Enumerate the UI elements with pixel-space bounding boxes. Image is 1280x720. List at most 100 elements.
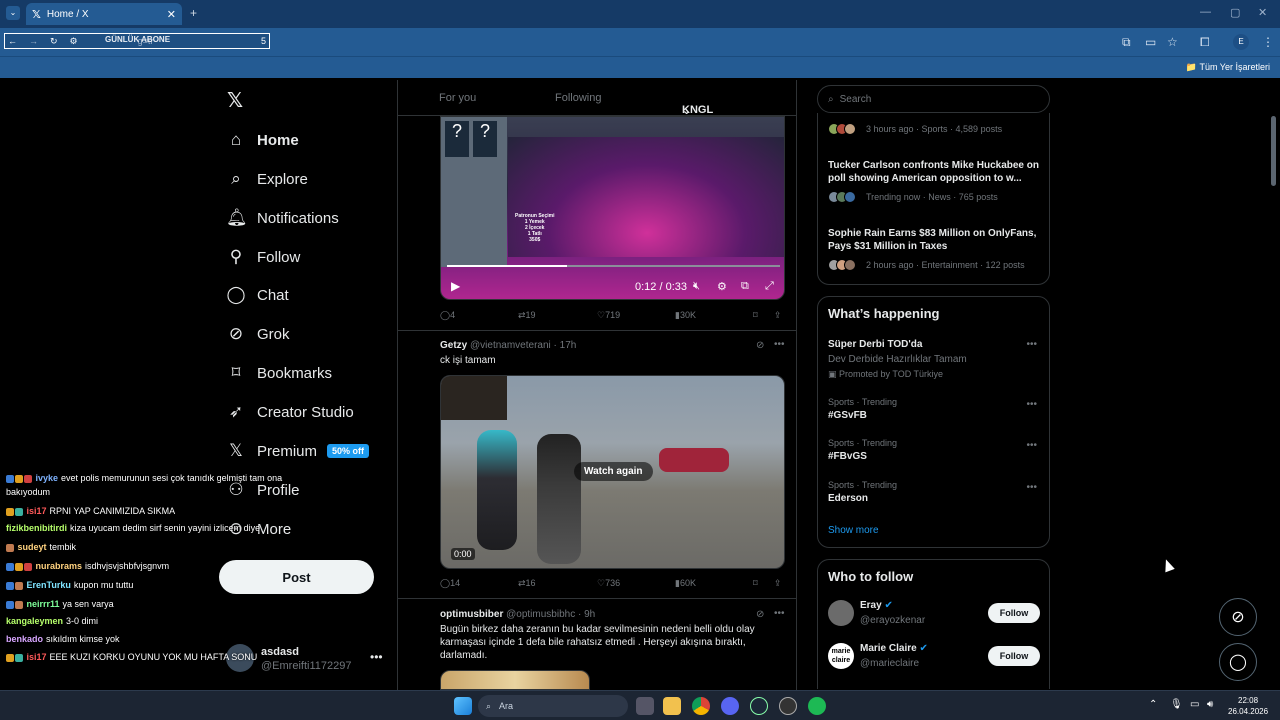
like-icon[interactable]: ♡ 736 [597, 578, 620, 589]
browser-tab[interactable]: 𝕏 Home / X ✕ [26, 3, 182, 25]
cast-icon[interactable]: ▭ [1145, 35, 1156, 49]
address-bar[interactable]: ← → ↻ ⚙ g=tr GÜNLÜK ABONE 5 [4, 33, 270, 49]
nav-creator-studio[interactable]: ➶ Creator Studio [226, 402, 354, 422]
scrollbar[interactable] [1271, 116, 1276, 186]
tweet-author-handle[interactable]: @vietnamveterani [470, 340, 551, 351]
close-icon[interactable]: ✕ [167, 8, 176, 21]
window-close-icon[interactable]: ✕ [1258, 6, 1267, 19]
app-icon[interactable] [779, 697, 797, 715]
tab-search-icon[interactable]: ⌄ [6, 6, 20, 20]
settings-icon[interactable]: ⚙ [717, 280, 727, 293]
repost-icon[interactable]: ⇄ 16 [518, 578, 536, 589]
account-more-icon[interactable]: ••• [370, 650, 383, 664]
profile-avatar[interactable]: E [1233, 34, 1249, 50]
star-icon[interactable]: ☆ [1167, 35, 1178, 49]
tweet-author-handle[interactable]: @optimusbibhc [506, 609, 575, 620]
chat-message: neirrr11 ya sen varya [6, 599, 114, 609]
repost-icon[interactable]: ⇄ 19 [518, 310, 536, 321]
bookmark-icon[interactable]: ⌑ [753, 578, 758, 589]
video-player[interactable]: Watch again 0:00 [440, 375, 785, 569]
trend-name[interactable]: Ederson [828, 493, 868, 504]
avatar[interactable]: marie claire [828, 643, 854, 669]
tab-for-you[interactable]: For you [439, 92, 476, 104]
task-view-icon[interactable] [636, 697, 654, 715]
back-icon[interactable]: ← [8, 36, 17, 46]
chat-floating-button[interactable]: ◯ [1219, 643, 1257, 681]
more-icon[interactable]: ••• [1026, 440, 1037, 451]
more-icon[interactable]: ••• [774, 339, 785, 350]
show-more-link[interactable]: Show more [828, 525, 879, 536]
nav-premium[interactable]: 𝕏 Premium 50% off [226, 441, 370, 461]
tweet-author-name[interactable]: Getzy [440, 340, 467, 351]
forward-icon[interactable]: → [29, 36, 38, 46]
nav-profile[interactable]: ⚇ Profile [226, 480, 299, 500]
follow-name[interactable]: Eray ✔ [860, 600, 893, 611]
grok-icon[interactable]: ⊘ [756, 340, 764, 351]
bookmark-icon[interactable]: ⌑ [753, 310, 758, 321]
share-icon[interactable]: ⇪ [774, 310, 782, 321]
menu-icon[interactable]: ⋮ [1262, 35, 1274, 49]
grok-icon[interactable]: ⊘ [756, 609, 764, 620]
play-icon[interactable]: ▶ [451, 279, 460, 293]
steam-icon[interactable] [750, 697, 768, 715]
mute-icon[interactable]: 🔇︎ [693, 280, 700, 293]
translate-icon[interactable]: ⧉ [1122, 35, 1131, 50]
news-title[interactable]: Tucker Carlson confronts Mike Huckabee o… [828, 159, 1040, 185]
news-title[interactable]: Sophie Rain Earns $83 Million on OnlyFan… [828, 227, 1040, 253]
address-overlay-text: GÜNLÜK ABONE [105, 35, 171, 44]
nav-chat[interactable]: ◯ Chat [226, 285, 288, 305]
microphone-icon[interactable]: 🎙︎ [1170, 699, 1183, 710]
reply-icon[interactable]: ◯ 14 [440, 578, 460, 589]
nav-home[interactable]: ⌂ Home [226, 130, 299, 150]
share-icon[interactable]: ⇪ [774, 578, 782, 589]
reply-icon[interactable]: ◯ 4 [440, 310, 455, 321]
file-explorer-icon[interactable] [663, 697, 681, 715]
more-icon[interactable]: ••• [1026, 339, 1037, 350]
tab-following[interactable]: Following [555, 92, 601, 104]
spotify-icon[interactable] [808, 697, 826, 715]
discord-icon[interactable] [721, 697, 739, 715]
nav-grok[interactable]: ⊘ Grok [226, 324, 290, 344]
like-icon[interactable]: ♡ 719 [597, 310, 620, 321]
minimize-icon[interactable]: — [1200, 6, 1211, 18]
windows-start-icon[interactable] [454, 697, 472, 715]
follow-name[interactable]: Marie Claire ✔ [860, 643, 928, 654]
x-logo-icon[interactable]: 𝕏 [227, 88, 243, 113]
site-info-icon[interactable]: ⚙ [70, 36, 78, 47]
tray-chevron-icon[interactable]: ⌃ [1149, 699, 1157, 710]
taskbar-clock[interactable]: 22:08 26.04.2026 [1228, 695, 1268, 717]
pip-icon[interactable]: ⧉ [741, 280, 749, 293]
more-icon[interactable]: ••• [774, 608, 785, 619]
video-player[interactable]: ? ? Patronun Seçimi 1 Yemek 2 İçecek 1 T… [440, 116, 785, 300]
reload-icon[interactable]: ↻ [50, 36, 58, 47]
trend-name[interactable]: #FBvGS [828, 451, 867, 462]
follow-button[interactable]: Follow [988, 603, 1040, 623]
display-icon[interactable]: ▭ [1190, 699, 1199, 710]
search-input[interactable]: ⌕ Search [817, 85, 1050, 113]
grok-floating-button[interactable]: ⊘ [1219, 598, 1257, 636]
follow-button[interactable]: Follow [988, 646, 1040, 666]
watch-again-button[interactable]: Watch again [574, 462, 653, 481]
promo-title[interactable]: Süper Derbi TOD'da [828, 339, 922, 350]
more-icon[interactable]: ••• [1026, 482, 1037, 493]
tweet-image[interactable] [440, 670, 590, 690]
maximize-icon[interactable]: ▢ [1230, 6, 1240, 19]
fullscreen-icon[interactable]: ⤢ [765, 280, 774, 293]
nav-notifications[interactable]: 🔔︎ Notifications [226, 208, 339, 228]
views-icon[interactable]: ▮ 30K [675, 310, 696, 321]
nav-explore[interactable]: ⌕ Explore [226, 169, 308, 189]
extensions-icon[interactable]: ⧠ [1200, 35, 1210, 50]
chrome-icon[interactable] [692, 697, 710, 715]
post-button[interactable]: Post [219, 560, 374, 594]
new-tab-icon[interactable]: + [190, 6, 197, 20]
trend-name[interactable]: #GSvFB [828, 410, 867, 421]
avatar[interactable] [828, 600, 854, 626]
more-icon[interactable]: ••• [1026, 399, 1037, 410]
all-bookmarks-folder[interactable]: 📁 Tüm Yer İşaretleri [1186, 62, 1270, 73]
nav-bookmarks[interactable]: ⌑ Bookmarks [226, 363, 332, 383]
nav-follow[interactable]: ⚲ Follow [226, 247, 301, 267]
views-icon[interactable]: ▮ 60K [675, 578, 696, 589]
tweet-author-name[interactable]: optimusbiber [440, 609, 503, 620]
taskbar-search-input[interactable]: ⌕ Ara [478, 695, 628, 717]
volume-icon[interactable]: 🔊︎ [1207, 699, 1213, 710]
